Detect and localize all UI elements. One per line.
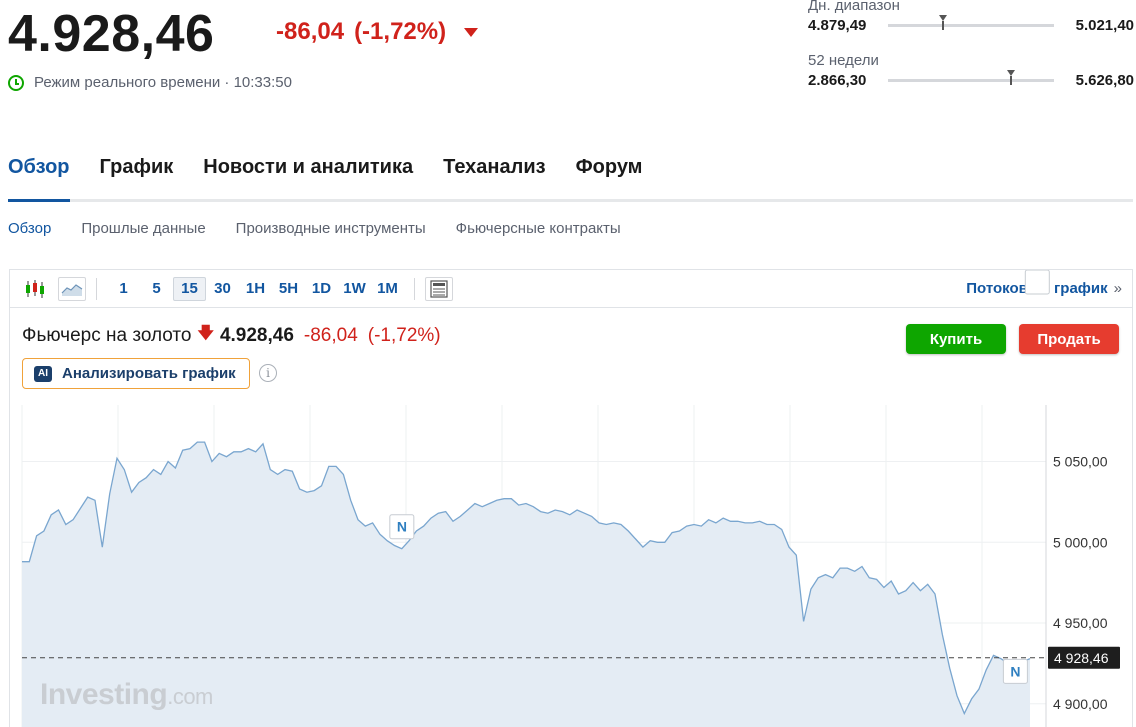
investing-logo: Investing.com xyxy=(40,678,213,711)
day-range-label: Дн. диапазон xyxy=(808,0,900,14)
price-chart[interactable]: 5 050,00 5 000,00 4 950,00 4 900,00 4 928,46… xyxy=(10,270,1134,727)
tab-overview[interactable]: Обзор xyxy=(8,154,70,202)
realtime-status: Режим реального времени · 10:33:50 xyxy=(8,74,292,91)
subtab-historical[interactable]: Прошлые данные xyxy=(81,220,205,237)
y-tick-label: 5 000,00 xyxy=(1053,534,1108,550)
week52-range-low: 2.866,30 xyxy=(808,72,867,89)
clock-icon xyxy=(8,74,24,91)
day-range-low: 4.879,49 xyxy=(808,17,867,34)
main-tabs: Обзор График Новости и аналитика Теханал… xyxy=(8,154,1133,202)
week52-range-marker-icon xyxy=(1006,70,1015,85)
news-marker-label: N xyxy=(397,519,407,535)
sub-tabs: Обзор Прошлые данные Производные инструм… xyxy=(8,220,621,237)
week52-range-high: 5.626,80 xyxy=(1075,72,1134,89)
subtab-futures[interactable]: Фьючерсные контракты xyxy=(456,220,621,237)
tab-news[interactable]: Новости и аналитика xyxy=(203,154,413,199)
chart-widget: 1 5 15 30 1H 5H 1D 1W 1M Потоковый графи… xyxy=(9,269,1133,727)
y-tick-label: 5 050,00 xyxy=(1053,454,1108,470)
realtime-text: Режим реального времени · 10:33:50 xyxy=(34,74,292,91)
tab-forum[interactable]: Форум xyxy=(576,154,643,199)
news-marker-label: N xyxy=(1010,663,1020,679)
y-tick-label: 4 950,00 xyxy=(1053,615,1108,631)
day-range-marker-icon xyxy=(938,15,947,30)
change-value: -86,04 xyxy=(276,18,345,45)
y-tick-label: 4 900,00 xyxy=(1053,696,1108,712)
subtab-derivatives[interactable]: Производные инструменты xyxy=(236,220,426,237)
tab-technical[interactable]: Теханализ xyxy=(443,154,545,199)
last-price-label: 4 928,46 xyxy=(1054,650,1109,666)
week52-range-bar xyxy=(888,70,1054,85)
day-range: Дн. диапазон 4.879,49 5.021,40 xyxy=(808,0,1134,34)
news-marker-label: N xyxy=(1032,270,1042,273)
week52-range-label: 52 недели xyxy=(808,52,879,69)
change-percent: (-1,72%) xyxy=(354,18,447,45)
subtab-overview[interactable]: Обзор xyxy=(8,220,51,237)
last-price: 4.928,46 xyxy=(8,5,215,63)
day-range-bar xyxy=(888,15,1054,30)
news-marker xyxy=(1024,270,1050,295)
day-range-high: 5.021,40 xyxy=(1075,17,1134,34)
week52-range: 52 недели 2.866,30 5.626,80 xyxy=(808,52,1134,89)
down-triangle-icon xyxy=(464,27,479,37)
tab-chart[interactable]: График xyxy=(100,154,174,199)
price-change: -86,04 (-1,72%) xyxy=(276,18,479,46)
